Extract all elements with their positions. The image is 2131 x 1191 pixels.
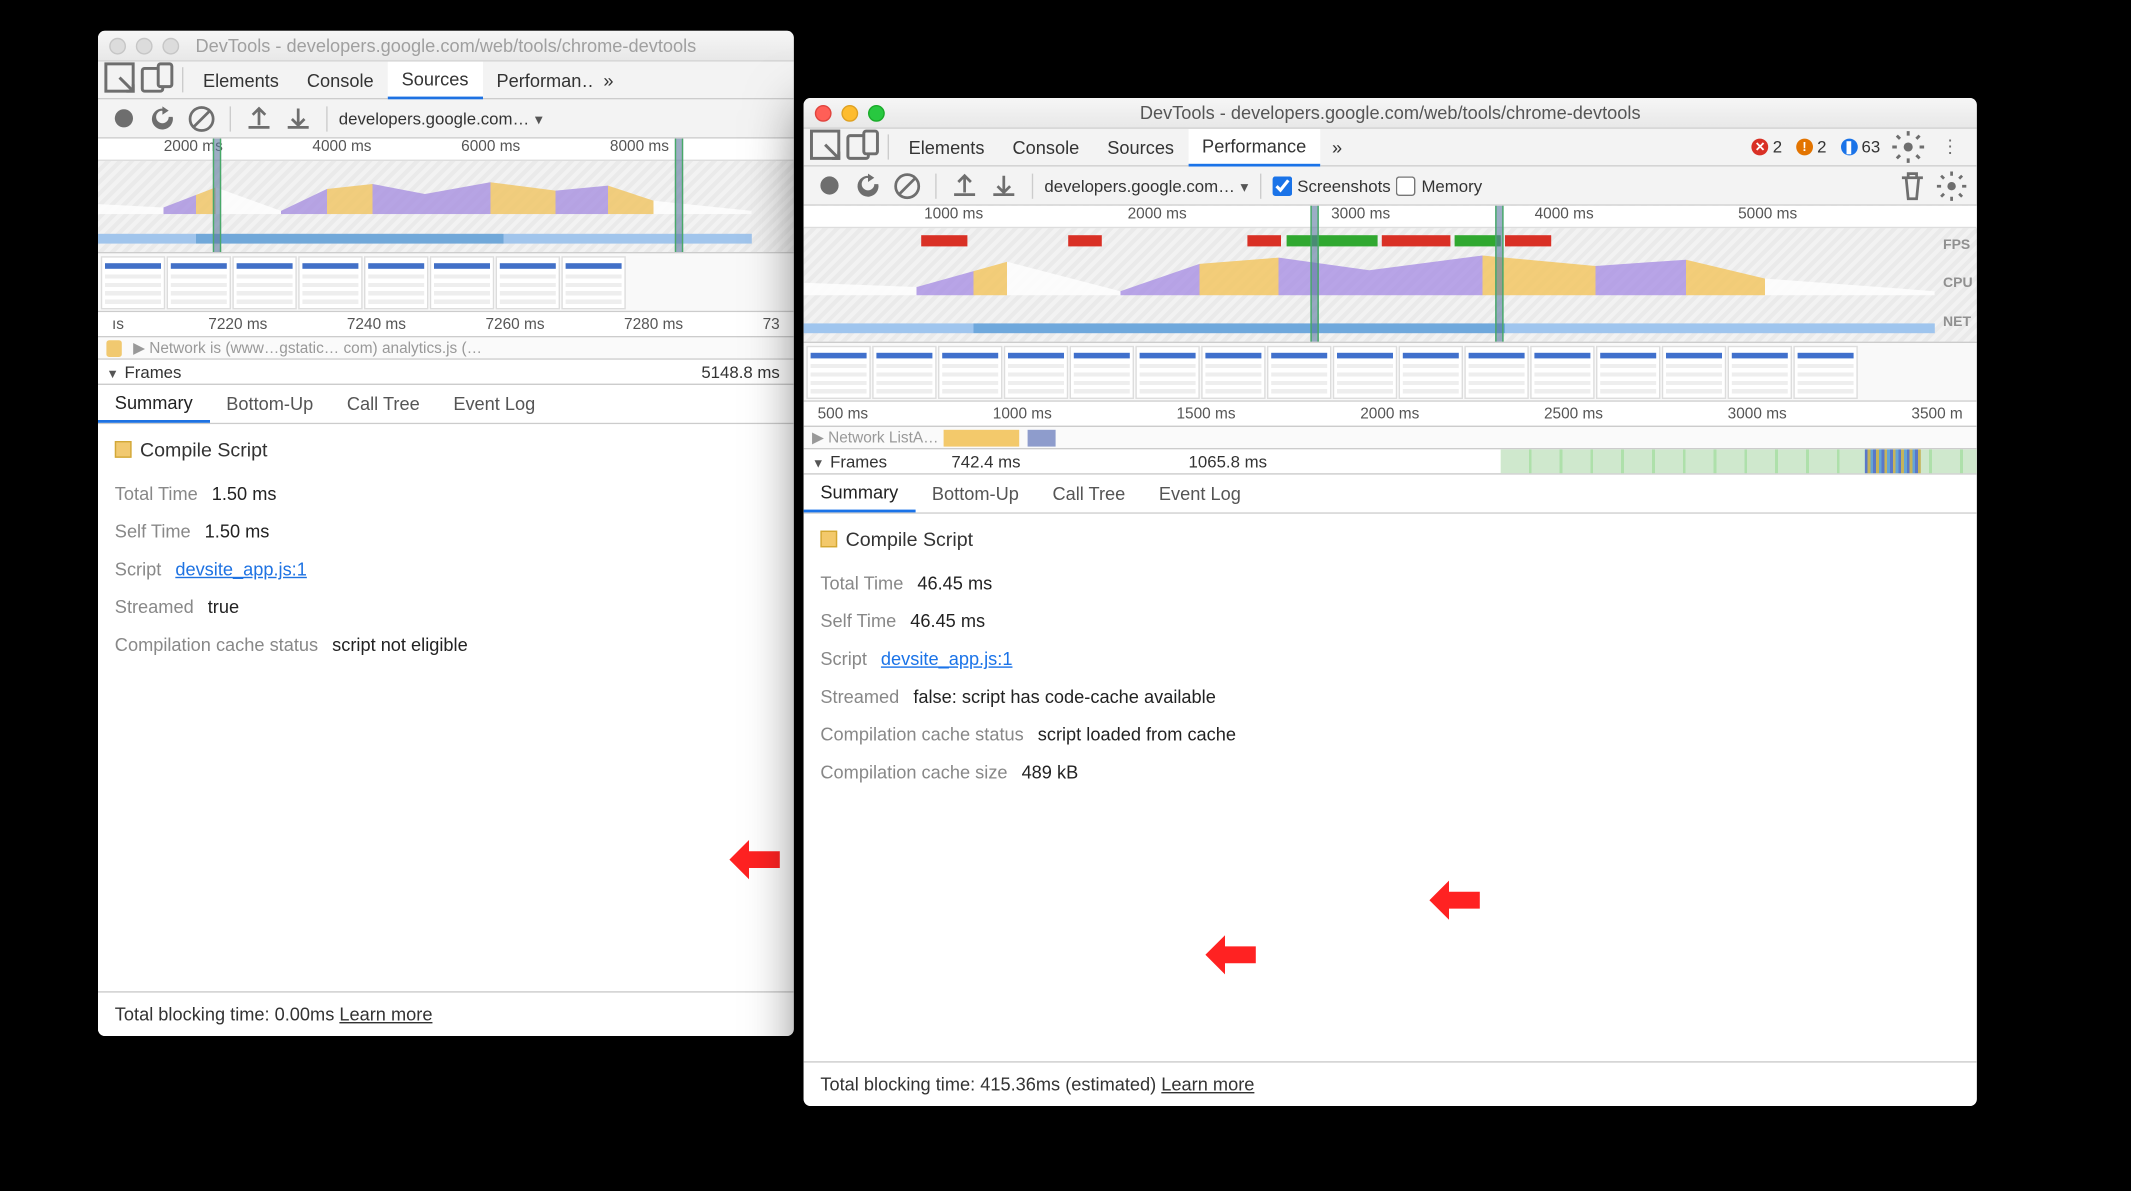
event-color-swatch (115, 441, 132, 458)
network-row[interactable]: ▶ Network is (www…gstatic… com) analytic… (98, 337, 794, 359)
perf-toolbar: developers.google.com… Screenshots Memor… (804, 167, 1977, 206)
frames-row[interactable]: Frames 5148.8 ms (98, 360, 794, 385)
trash-icon[interactable] (1896, 169, 1930, 203)
memory-checkbox[interactable]: Memory (1396, 176, 1482, 196)
detail-body: Compile Script Total Time1.50 ms Self Ti… (98, 424, 794, 991)
load-icon[interactable] (242, 102, 276, 136)
more-tabs-icon[interactable]: » (1320, 137, 1354, 158)
close-icon[interactable] (815, 104, 832, 121)
tab-sources[interactable]: Sources (1093, 128, 1188, 166)
perf-toolbar: developers.google.com… (98, 99, 794, 138)
toggle-device-icon[interactable] (140, 61, 176, 99)
footer: Total blocking time: 0.00ms Learn more (98, 991, 794, 1036)
tab-bottom-up[interactable]: Bottom-Up (209, 385, 330, 423)
msg-badge[interactable]: ❚63 (1836, 137, 1884, 157)
inspect-element-icon[interactable] (104, 61, 140, 99)
tab-summary[interactable]: Summary (98, 385, 209, 423)
devtools-window-left: DevTools - developers.google.com/web/too… (98, 31, 794, 1036)
tab-event-log[interactable]: Event Log (1142, 475, 1258, 513)
tab-performance[interactable]: Performance (1188, 128, 1320, 166)
fps-label: FPS (1943, 238, 1973, 253)
tab-summary[interactable]: Summary (804, 475, 915, 513)
reload-icon[interactable] (851, 169, 885, 203)
tab-performance[interactable]: Performan… (482, 61, 591, 99)
tab-sources[interactable]: Sources (388, 61, 483, 99)
devtools-tabstrip: Elements Console Sources Performance » ✕… (804, 129, 1977, 167)
event-color-swatch (820, 531, 837, 548)
more-tabs-icon[interactable]: » (592, 69, 626, 90)
maximize-icon[interactable] (868, 104, 885, 121)
tab-call-tree[interactable]: Call Tree (1036, 475, 1142, 513)
reload-icon[interactable] (146, 102, 180, 136)
toggle-device-icon[interactable] (846, 128, 882, 166)
window-titlebar[interactable]: DevTools - developers.google.com/web/too… (804, 98, 1977, 129)
window-titlebar[interactable]: DevTools - developers.google.com/web/too… (98, 31, 794, 62)
filmstrip[interactable] (804, 343, 1977, 402)
detail-tabs: Summary Bottom-Up Call Tree Event Log (98, 385, 794, 424)
settings-icon[interactable] (1890, 128, 1926, 166)
script-link[interactable]: devsite_app.js:1 (175, 559, 307, 580)
net-label: NET (1943, 315, 1973, 330)
tab-bottom-up[interactable]: Bottom-Up (915, 475, 1036, 513)
tab-console[interactable]: Console (998, 128, 1093, 166)
frames-label: Frames (124, 362, 181, 382)
flame-ruler[interactable]: 500 ms 1000 ms 1500 ms 2000 ms 2500 ms 3… (804, 402, 1977, 427)
load-icon[interactable] (948, 169, 982, 203)
record-button[interactable] (812, 169, 846, 203)
tab-event-log[interactable]: Event Log (437, 385, 553, 423)
save-icon[interactable] (281, 102, 315, 136)
event-name: Compile Script (140, 438, 267, 460)
tab-console[interactable]: Console (293, 61, 388, 99)
minimize-icon[interactable] (136, 37, 153, 54)
recording-select[interactable]: developers.google.com… (339, 109, 543, 129)
detail-tabs: Summary Bottom-Up Call Tree Event Log (804, 475, 1977, 514)
learn-more-link[interactable]: Learn more (1161, 1074, 1254, 1095)
save-icon[interactable] (987, 169, 1021, 203)
clear-icon[interactable] (185, 102, 219, 136)
footer: Total blocking time: 415.36ms (estimated… (804, 1061, 1977, 1106)
error-badge[interactable]: ✕2 (1748, 137, 1787, 157)
perf-overview[interactable]: 1000 ms 2000 ms 3000 ms 4000 ms 5000 ms … (804, 206, 1977, 343)
settings-icon[interactable] (1935, 169, 1969, 203)
frames-row[interactable]: Frames 742.4 ms 1065.8 ms (804, 449, 1977, 474)
window-title: DevTools - developers.google.com/web/too… (804, 102, 1977, 123)
learn-more-link[interactable]: Learn more (339, 1004, 432, 1025)
flame-ruler[interactable]: ıs 7220 ms 7240 ms 7260 ms 7280 ms 73 (98, 312, 794, 337)
frames-label: Frames (830, 452, 887, 472)
clear-icon[interactable] (890, 169, 924, 203)
frames-value: 5148.8 ms (701, 362, 793, 382)
screenshots-checkbox[interactable]: Screenshots (1272, 176, 1391, 196)
window-title: DevTools - developers.google.com/web/too… (98, 35, 794, 56)
record-button[interactable] (106, 102, 140, 136)
detail-body: Compile Script Total Time46.45 ms Self T… (804, 514, 1977, 1061)
tab-elements[interactable]: Elements (189, 61, 293, 99)
tab-elements[interactable]: Elements (895, 128, 999, 166)
total-blocking-time: Total blocking time: 415.36ms (estimated… (820, 1074, 1161, 1095)
inspect-element-icon[interactable] (809, 128, 845, 166)
recording-select[interactable]: developers.google.com… (1044, 176, 1248, 196)
close-icon[interactable] (109, 37, 126, 54)
kebab-icon[interactable]: ⋮ (1932, 128, 1968, 166)
cpu-label: CPU (1943, 276, 1973, 291)
tab-call-tree[interactable]: Call Tree (330, 385, 436, 423)
script-link[interactable]: devsite_app.js:1 (881, 648, 1013, 669)
devtools-window-right: DevTools - developers.google.com/web/too… (804, 98, 1977, 1106)
frames-value-2: 1065.8 ms (1189, 452, 1267, 472)
maximize-icon[interactable] (162, 37, 179, 54)
perf-overview[interactable]: 2000 ms 4000 ms 6000 ms 8000 ms (98, 139, 794, 254)
devtools-tabstrip: Elements Console Sources Performan… » (98, 62, 794, 100)
event-name: Compile Script (846, 528, 973, 550)
total-blocking-time: Total blocking time: 0.00ms (115, 1004, 340, 1025)
minimize-icon[interactable] (841, 104, 858, 121)
warn-badge[interactable]: !2 (1792, 137, 1831, 157)
frames-value-1: 742.4 ms (951, 452, 1020, 472)
filmstrip[interactable] (98, 253, 794, 312)
network-row[interactable]: ▶ Network ListA… (804, 427, 1977, 449)
